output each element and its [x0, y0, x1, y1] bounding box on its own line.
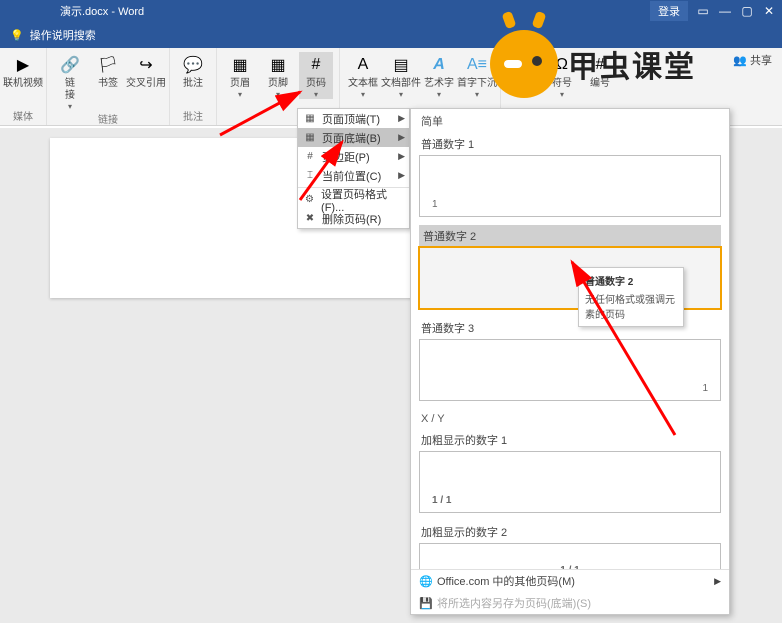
menu-current-position[interactable]: ⌶ 当前位置(C) ▶ — [298, 166, 409, 185]
globe-icon: 🌐 — [419, 575, 437, 588]
close-icon[interactable]: ✕ — [762, 4, 776, 18]
maximize-icon[interactable]: ▢ — [740, 4, 754, 18]
page-number-button[interactable]: # 页码 ▾ — [299, 52, 333, 99]
window-title: 演示.docx - Word — [60, 3, 144, 19]
quickparts-button[interactable]: ▤ 文档部件 ▾ — [384, 52, 418, 99]
share-button[interactable]: 👥 共享 — [723, 48, 782, 125]
ribbon-group-comments: 💬 批注 批注 — [170, 48, 217, 125]
gallery-more-office[interactable]: 🌐 Office.com 中的其他页码(M) ▶ — [411, 570, 729, 592]
gallery-section-xy: X / Y — [419, 409, 721, 429]
lightbulb-icon: 💡 — [10, 29, 24, 42]
gallery-item-plain-1[interactable]: 1 — [419, 155, 721, 217]
dropcap-icon: A≡ — [466, 54, 488, 76]
save-icon: 💾 — [419, 597, 437, 610]
chevron-right-icon: ▶ — [398, 170, 405, 181]
chevron-right-icon: ▶ — [714, 576, 721, 587]
remove-icon: ✖ — [302, 213, 318, 224]
gallery-scroll[interactable]: 简单 普通数字 1 1 普通数字 2 普通数字 3 1 X / Y 加粗显示的数… — [411, 109, 729, 569]
watermark-logo: 甲虫课堂 — [490, 30, 696, 98]
bookmark-icon: 🏳 — [97, 54, 119, 76]
chevron-right-icon: ▶ — [398, 113, 405, 124]
cross-ref-button[interactable]: ↪ 交叉引用 — [129, 52, 163, 111]
page-margin-icon: # — [302, 151, 318, 162]
cursor-icon: ⌶ — [302, 170, 318, 181]
hyperlink-button[interactable]: 🔗 链 接 ▾ — [53, 52, 87, 111]
menu-page-bottom[interactable]: ▦ 页面底端(B) ▶ — [298, 128, 409, 147]
share-icon: 👥 — [733, 55, 747, 67]
search-placeholder: 操作说明搜索 — [30, 27, 96, 43]
tooltip: 普通数字 2 无任何格式或强调元素的页码 — [578, 267, 684, 327]
wordart-button[interactable]: A 艺术字 ▾ — [422, 52, 456, 99]
login-button[interactable]: 登录 — [650, 1, 688, 21]
gallery-item-plain-3[interactable]: 1 — [419, 339, 721, 401]
mascot-icon — [490, 30, 558, 98]
gallery-item-bold-1[interactable]: 1 / 1 — [419, 451, 721, 513]
ribbon-group-media: ▶ 联机视频 媒体 — [0, 48, 47, 125]
parts-icon: ▤ — [390, 54, 412, 76]
minimize-icon[interactable]: — — [718, 4, 732, 18]
menu-page-top[interactable]: ▦ 页面顶端(T) ▶ — [298, 109, 409, 128]
ribbon-group-links: 🔗 链 接 ▾ 🏳 书签 ↪ 交叉引用 链接 — [47, 48, 170, 125]
page-number-gallery: 简单 普通数字 1 1 普通数字 2 普通数字 3 1 X / Y 加粗显示的数… — [410, 108, 730, 615]
tooltip-body: 无任何格式或强调元素的页码 — [585, 291, 677, 321]
chevron-right-icon: ▶ — [398, 151, 405, 162]
menu-remove-page-numbers[interactable]: ✖ 删除页码(R) — [298, 209, 409, 228]
page-number-icon: # — [305, 54, 327, 76]
menu-format-page-numbers[interactable]: ⚙ 设置页码格式(F)... — [298, 190, 409, 209]
header-icon: ▦ — [229, 54, 251, 76]
textbox-button[interactable]: A 文本框 ▾ — [346, 52, 380, 99]
tooltip-title: 普通数字 2 — [585, 273, 677, 288]
format-icon: ⚙ — [302, 194, 317, 205]
page-number-dropdown: ▦ 页面顶端(T) ▶ ▦ 页面底端(B) ▶ # 页边距(P) ▶ ⌶ 当前位… — [297, 108, 410, 229]
menu-page-margin[interactable]: # 页边距(P) ▶ — [298, 147, 409, 166]
comment-icon: 💬 — [182, 54, 204, 76]
gallery-item-bold-2[interactable]: 1 / 1 — [419, 543, 721, 569]
online-video-button[interactable]: ▶ 联机视频 — [6, 52, 40, 90]
header-button[interactable]: ▦ 页眉 ▾ — [223, 52, 257, 99]
ribbon-display-icon[interactable]: ▭ — [696, 4, 710, 18]
footer-button[interactable]: ▦ 页脚 ▾ — [261, 52, 295, 99]
footer-icon: ▦ — [267, 54, 289, 76]
cross-ref-icon: ↪ — [135, 54, 157, 76]
dropcap-button[interactable]: A≡ 首字下沉 ▾ — [460, 52, 494, 99]
gallery-section-simple: 简单 — [419, 109, 721, 133]
title-bar: 演示.docx - Word 登录 ▭ — ▢ ✕ — [0, 0, 782, 22]
page-bottom-icon: ▦ — [302, 132, 318, 143]
video-icon: ▶ — [12, 54, 34, 76]
wordart-icon: A — [428, 54, 450, 76]
chevron-right-icon: ▶ — [398, 132, 405, 143]
comment-button[interactable]: 💬 批注 — [176, 52, 210, 90]
link-icon: 🔗 — [59, 54, 81, 76]
textbox-icon: A — [352, 54, 374, 76]
gallery-save-selection: 💾 将所选内容另存为页码(底端)(S) — [411, 592, 729, 614]
page-top-icon: ▦ — [302, 113, 318, 124]
bookmark-button[interactable]: 🏳 书签 — [91, 52, 125, 111]
